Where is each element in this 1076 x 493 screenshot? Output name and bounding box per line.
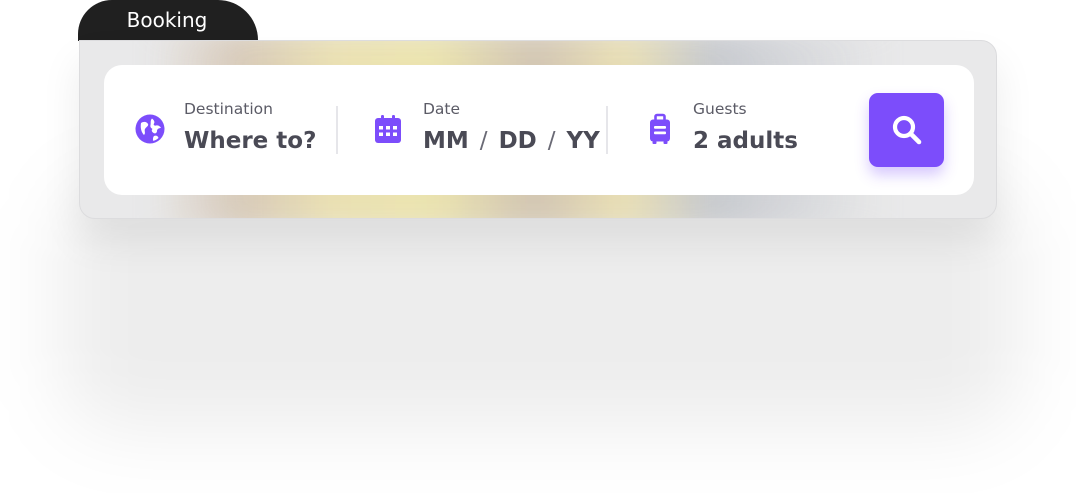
date-day: DD [498,128,537,154]
date-label: Date [423,100,461,118]
luggage-icon [644,113,676,145]
booking-tab-label: Booking [126,8,208,32]
date-separator: / [547,128,556,154]
date-field[interactable]: Date MM / DD / YY [338,65,606,195]
destination-value: Where to? [184,128,317,154]
date-separator: / [479,128,488,154]
destination-field[interactable]: Destination Where to? [104,65,336,195]
booking-widget-stage: Booking Destination Where to? Date MM / … [0,0,1076,493]
guests-label: Guests [693,100,747,118]
booking-card: Destination Where to? Date MM / DD / YY … [79,40,997,219]
guests-field[interactable]: Guests 2 adults [608,65,848,195]
search-button[interactable] [869,93,944,167]
date-year: YY [566,128,600,154]
globe-icon [134,113,166,145]
booking-tab[interactable]: Booking [78,0,258,41]
date-month: MM [423,128,469,154]
date-value: MM / DD / YY [423,128,600,154]
guests-value: 2 adults [693,128,798,154]
search-icon [892,115,922,145]
destination-label: Destination [184,100,273,118]
calendar-icon [372,113,404,145]
search-panel: Destination Where to? Date MM / DD / YY … [104,65,974,195]
